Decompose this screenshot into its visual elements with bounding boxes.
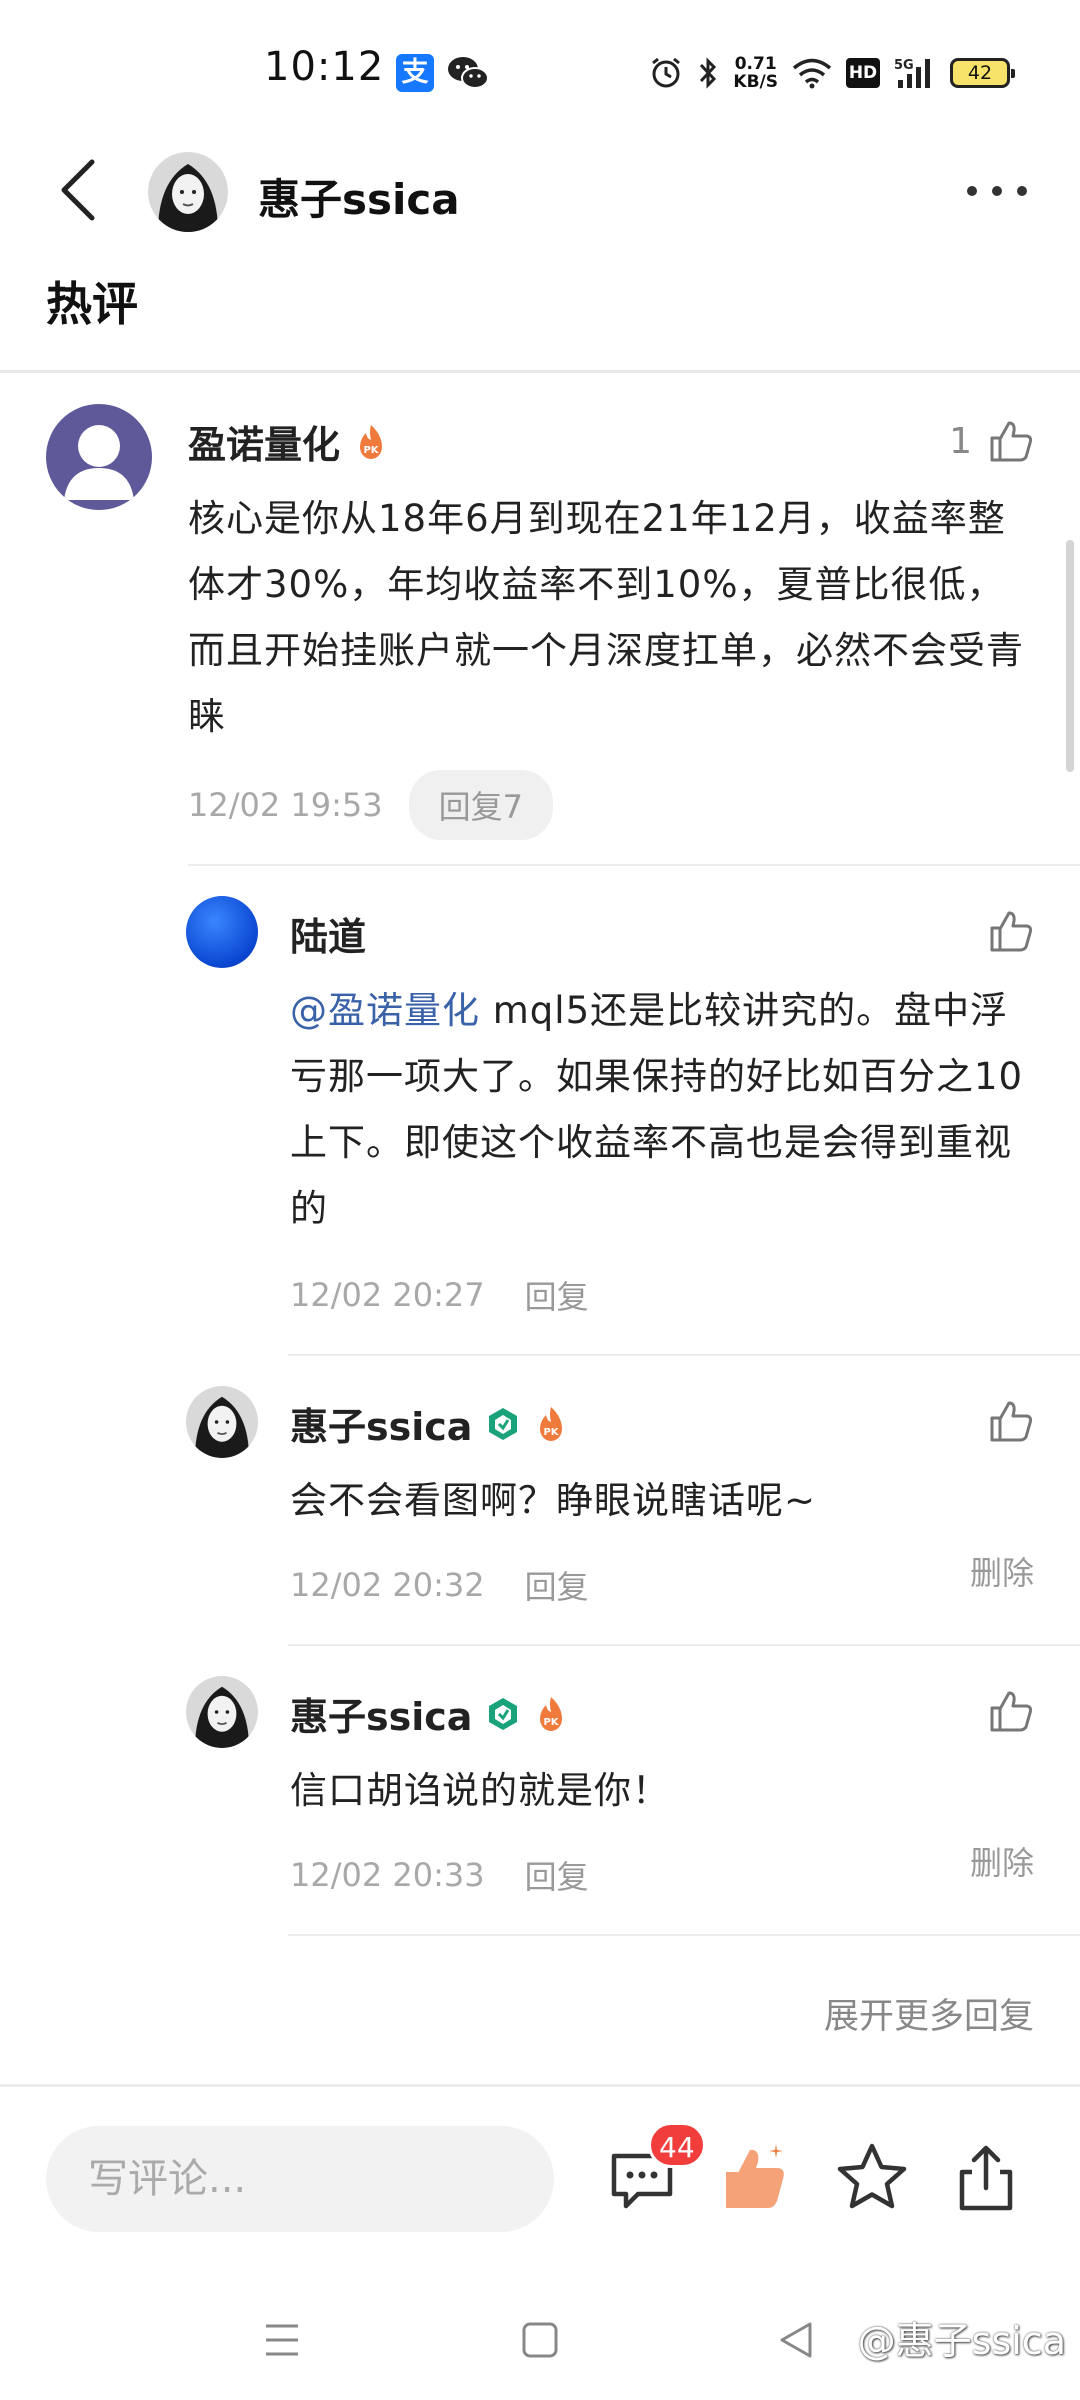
status-bar: 10:12 支 0.71 KB/S HD 5G 42: [0, 0, 1080, 130]
section-title: 热评: [46, 277, 138, 331]
network-speed: 0.71 KB/S: [733, 55, 778, 91]
delete-button[interactable]: 删除: [970, 1838, 1034, 1884]
pk-badge-icon: PK: [360, 424, 383, 459]
like-button[interactable]: 1: [949, 418, 1034, 464]
reply-text: 信口胡诌说的就是你！: [290, 1769, 670, 1812]
thumbs-up-icon[interactable]: [988, 1688, 1034, 1734]
portrait-avatar-icon: [148, 152, 228, 232]
comment-author[interactable]: 盈诺量化 PK: [188, 414, 388, 469]
expand-more-replies-button[interactable]: 展开更多回复: [824, 1988, 1034, 2039]
verified-badge-icon: [489, 1407, 518, 1440]
bluetooth-icon: [700, 57, 717, 89]
back-arrow-icon[interactable]: [50, 154, 110, 226]
delete-button[interactable]: 删除: [970, 1548, 1034, 1594]
reply-time: 12/02 20:33: [290, 1856, 485, 1894]
svg-text:5G: 5G: [894, 58, 914, 73]
svg-text:PK: PK: [363, 445, 379, 456]
author-name[interactable]: 盈诺量化: [188, 414, 340, 469]
reply-time: 12/02 20:32: [290, 1566, 485, 1604]
alipay-icon: 支: [396, 54, 434, 92]
network-speed-unit: KB/S: [733, 72, 778, 92]
scrollbar[interactable]: [1066, 540, 1074, 772]
svg-text:PK: PK: [544, 1427, 560, 1438]
status-time: 10:12: [264, 44, 385, 90]
reply-avatar[interactable]: [186, 1386, 258, 1458]
portrait-avatar-icon: [186, 1386, 258, 1458]
status-icons: 0.71 KB/S HD 5G 42: [649, 48, 1015, 98]
watermark: @惠子ssica: [857, 2319, 1066, 2363]
reply-meta: 12/02 20:33 回复: [290, 1852, 589, 1898]
author-name[interactable]: 陆道: [290, 906, 366, 961]
header-username[interactable]: 惠子ssica: [258, 166, 460, 227]
reply-meta: 12/02 20:32 回复: [290, 1562, 589, 1608]
thumbs-up-icon[interactable]: [988, 1398, 1034, 1444]
verified-badge-icon: [489, 1697, 518, 1730]
reply-avatar[interactable]: [186, 896, 258, 968]
battery-icon: 42: [950, 58, 1015, 88]
author-name[interactable]: 惠子ssica: [290, 1686, 472, 1741]
comment-text: 核心是你从18年6月到现在21年12月，收益率整体才30%，年均收益率不到10%…: [188, 497, 1024, 738]
reply-author[interactable]: 惠子ssica PK: [290, 1396, 568, 1451]
alarm-icon: [652, 57, 681, 88]
header: 惠子ssica: [0, 130, 1080, 250]
view-replies-button[interactable]: 回复7: [408, 770, 553, 840]
comment-input[interactable]: 写评论...: [46, 2126, 554, 2232]
divider: [0, 370, 1080, 373]
reply-avatar[interactable]: [186, 1676, 258, 1748]
wifi-icon: [792, 58, 832, 89]
reply-time: 12/02 20:27: [290, 1276, 485, 1314]
hd-icon: HD: [846, 58, 880, 88]
reply-button[interactable]: 回复: [525, 1272, 589, 1318]
star-icon[interactable]: [832, 2138, 912, 2218]
divider: [288, 1934, 1080, 1936]
comment-time: 12/02 19:53: [188, 786, 383, 824]
home-icon[interactable]: [510, 2310, 570, 2370]
comment-meta: 12/02 19:53 回复7: [188, 770, 553, 840]
reply-author[interactable]: 陆道: [290, 906, 366, 961]
reply-meta: 12/02 20:27 回复: [290, 1272, 589, 1318]
wechat-icon: [448, 57, 489, 89]
menu-icon[interactable]: [252, 2310, 312, 2370]
reply-text: @盈诺量化 mql5还是比较讲究的。盘中浮亏那一项大了。如果保持的好比如百分之1…: [290, 978, 1034, 1242]
svg-text:PK: PK: [544, 1717, 560, 1728]
commenter-avatar[interactable]: [46, 404, 152, 510]
thumbs-up-icon: [990, 421, 1033, 462]
divider: [188, 864, 1080, 866]
like-icon[interactable]: [716, 2138, 796, 2218]
divider: [288, 1644, 1080, 1646]
reply-button[interactable]: 回复: [525, 1562, 589, 1608]
comment-count-badge: 44: [648, 2122, 706, 2168]
mention-link[interactable]: @盈诺量化: [290, 989, 480, 1032]
portrait-avatar-icon: [186, 1676, 258, 1748]
divider: [288, 1354, 1080, 1356]
divider: [0, 2084, 1080, 2087]
pk-badge-icon: PK: [540, 1406, 563, 1441]
signal-5g-icon: 5G: [894, 58, 930, 88]
back-triangle-icon[interactable]: [766, 2310, 826, 2370]
reply-text: 会不会看图啊？睁眼说瞎话呢~: [290, 1479, 817, 1522]
like-count: 1: [949, 420, 972, 462]
network-speed-value: 0.71: [734, 54, 777, 74]
header-avatar[interactable]: [148, 152, 228, 232]
share-icon[interactable]: [946, 2138, 1026, 2218]
reply-button[interactable]: 回复: [525, 1852, 589, 1898]
pk-badge-icon: PK: [540, 1696, 563, 1731]
default-avatar-icon: [64, 425, 134, 500]
reply-author[interactable]: 惠子ssica PK: [290, 1686, 568, 1741]
more-options-icon[interactable]: [964, 176, 1030, 206]
battery-level: 42: [967, 62, 993, 84]
author-name[interactable]: 惠子ssica: [290, 1396, 472, 1451]
thumbs-up-icon[interactable]: [988, 908, 1034, 954]
